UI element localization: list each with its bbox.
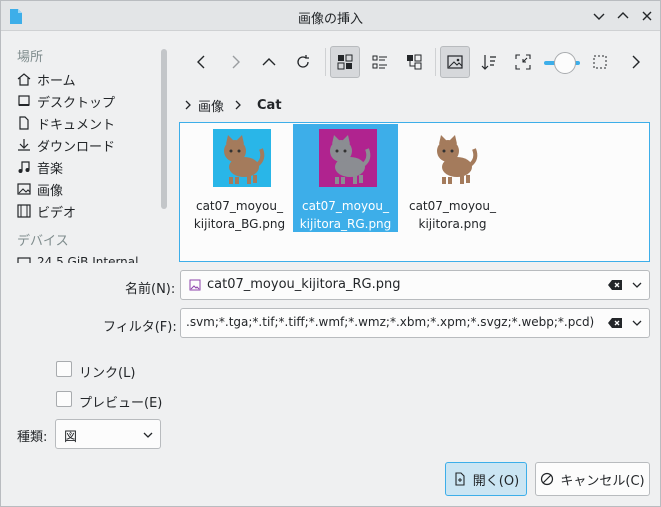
sidebar-item-pictures[interactable]: 画像 xyxy=(17,178,157,200)
file-name: cat07_moyou_ kijitora_RG.png xyxy=(299,199,392,231)
minimize-button[interactable] xyxy=(590,7,608,25)
sort-button[interactable] xyxy=(474,46,504,78)
select-area-button[interactable] xyxy=(585,46,615,78)
filter-input[interactable]: .svm;*.tga;*.tif;*.tiff;*.wmf;*.wmz;*.xb… xyxy=(180,308,650,338)
image-file-icon xyxy=(189,279,201,291)
music-icon xyxy=(17,160,31,174)
compact-view-button[interactable] xyxy=(365,46,395,78)
file-item-selected[interactable]: cat07_moyou_ kijitora_RG.png xyxy=(293,124,398,232)
home-icon xyxy=(17,72,31,86)
open-file-icon xyxy=(455,472,465,486)
title-bar: 画像の挿入 xyxy=(1,1,660,31)
cancel-button-label: キャンセル(C) xyxy=(560,473,645,489)
video-icon xyxy=(17,204,31,218)
breadcrumb-chevron-icon xyxy=(182,96,194,114)
sidebar-item-home[interactable]: ホーム xyxy=(17,68,157,90)
open-button-label: 開く(O) xyxy=(472,473,520,489)
breadcrumb-parent[interactable]: 画像 xyxy=(198,96,224,115)
filter-value: .svm;*.tga;*.tif;*.tiff;*.wmf;*.wmz;*.xb… xyxy=(186,315,595,329)
sidebar-item-desktop[interactable]: デスクトップ xyxy=(17,90,157,112)
sidebar-item-downloads[interactable]: ダウンロード xyxy=(17,134,157,156)
sidebar-item-label: 画像 xyxy=(37,183,64,199)
sidebar-item-label: 音楽 xyxy=(37,161,64,177)
tree-view-button[interactable] xyxy=(399,46,429,78)
sidebar-item-label: 24.5 GiB Internal xyxy=(37,255,139,263)
zoom-fit-button[interactable] xyxy=(508,46,538,78)
filter-label: フィルタ(F): xyxy=(103,320,177,335)
window-title: 画像の挿入 xyxy=(297,12,363,27)
preview-toggle-button[interactable] xyxy=(440,46,470,78)
name-label: 名前(N): xyxy=(125,282,176,297)
filename-value: cat07_moyou_kijitora_RG.png xyxy=(207,277,401,292)
cat-thumbnail xyxy=(213,129,271,187)
sidebar-item-documents[interactable]: ドキュメント xyxy=(17,112,157,134)
cancel-icon xyxy=(541,472,554,486)
maximize-button[interactable] xyxy=(614,7,632,25)
back-button[interactable] xyxy=(187,46,217,78)
open-button[interactable]: 開く(O) xyxy=(445,462,527,496)
places-sidebar: 場所 ホーム デスクトップ ドキュメント ダウンロード 音楽 画像 ビデオ デバ… xyxy=(1,32,176,263)
devices-heading: デバイス xyxy=(17,234,69,249)
sidebar-item-label: ビデオ xyxy=(37,205,77,221)
sidebar-item-label: デスクトップ xyxy=(37,95,116,111)
type-select[interactable]: 図 xyxy=(55,419,161,449)
sidebar-item-music[interactable]: 音楽 xyxy=(17,156,157,178)
sidebar-item-videos[interactable]: ビデオ xyxy=(17,200,157,222)
sidebar-item-label: ドキュメント xyxy=(37,117,116,133)
zoom-slider-handle[interactable] xyxy=(554,52,576,74)
filename-input[interactable]: cat07_moyou_kijitora_RG.png xyxy=(180,270,650,300)
toolbar-separator xyxy=(325,48,326,76)
chevron-down-icon[interactable] xyxy=(631,317,643,329)
file-name: cat07_moyou_ kijitora_BG.png xyxy=(193,199,286,231)
sidebar-scrollbar[interactable] xyxy=(161,49,167,209)
clear-text-icon[interactable] xyxy=(607,279,623,291)
forward-button[interactable] xyxy=(220,46,250,78)
download-icon xyxy=(17,138,31,152)
image-icon xyxy=(17,182,31,196)
preview-checkbox[interactable] xyxy=(56,391,72,407)
type-label: 種類: xyxy=(17,430,48,445)
close-button[interactable] xyxy=(638,7,656,25)
cat-thumbnail xyxy=(319,129,377,187)
sidebar-item-label: ホーム xyxy=(37,73,76,89)
desktop-icon xyxy=(17,94,31,108)
link-checkbox-label[interactable]: リンク(L) xyxy=(79,362,135,381)
file-item[interactable]: cat07_moyou_ kijitora.png xyxy=(400,124,505,232)
places-heading: 場所 xyxy=(17,50,44,65)
document-icon xyxy=(17,116,31,130)
file-list[interactable]: cat07_moyou_ kijitora_BG.png cat07_moyou_… xyxy=(179,122,650,262)
parent-folder-button[interactable] xyxy=(254,46,284,78)
chevron-down-icon[interactable] xyxy=(631,279,643,291)
preview-checkbox-label[interactable]: プレビュー(E) xyxy=(79,392,162,411)
cancel-button[interactable]: キャンセル(C) xyxy=(535,462,650,496)
file-dialog: 画像の挿入 場所 ホーム デスクトップ ドキュメント ダウンロード 音楽 画像 … xyxy=(0,0,661,507)
chevron-down-icon xyxy=(142,429,154,441)
sidebar-item-internal-drive[interactable]: 24.5 GiB Internal xyxy=(17,251,157,263)
reload-button[interactable] xyxy=(288,46,318,78)
type-value: 図 xyxy=(64,430,78,445)
clear-text-icon[interactable] xyxy=(607,317,623,329)
breadcrumb-current[interactable]: Cat xyxy=(257,96,282,114)
file-item[interactable]: cat07_moyou_ kijitora_BG.png xyxy=(187,124,292,232)
file-name: cat07_moyou_ kijitora.png xyxy=(408,199,496,231)
toolbar-separator xyxy=(435,48,436,76)
cat-thumbnail xyxy=(437,135,478,184)
drive-icon xyxy=(17,255,31,263)
more-options-button[interactable] xyxy=(620,46,650,78)
breadcrumb-separator-icon xyxy=(232,96,244,114)
link-checkbox[interactable] xyxy=(56,361,72,377)
sidebar-item-label: ダウンロード xyxy=(37,139,116,155)
icons-view-button[interactable] xyxy=(330,46,360,78)
